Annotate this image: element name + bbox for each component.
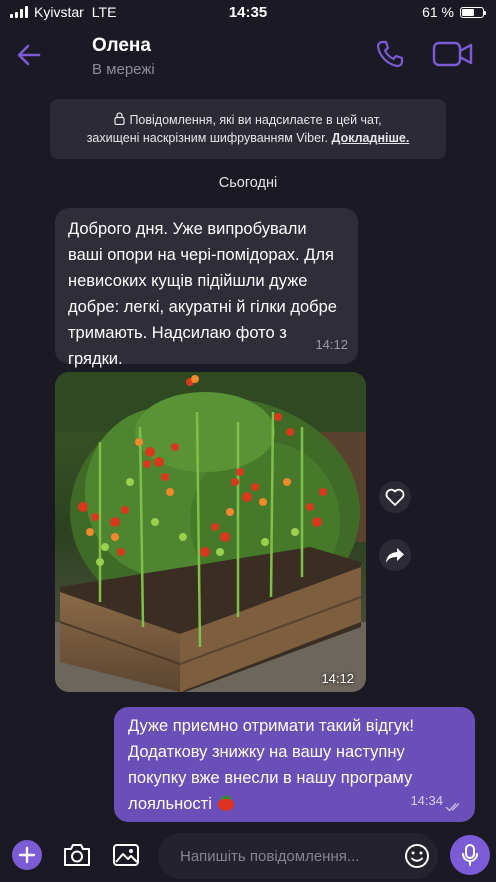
outgoing-message[interactable]: Дуже приємно отримати такий відгук! Дода… <box>114 707 475 822</box>
message-line: добре: легкі, акуратні й гілки добре <box>68 298 337 316</box>
encryption-text-1: Повідомлення, які ви надсилаєте в цей ча… <box>129 113 382 127</box>
tomato-emoji-icon <box>217 795 234 811</box>
phone-icon[interactable] <box>374 38 406 70</box>
message-input[interactable]: Напишіть повідомлення... <box>158 833 438 879</box>
status-bar: Kyivstar LTE 14:35 61 % <box>0 0 496 26</box>
back-arrow-icon[interactable] <box>14 40 44 70</box>
message-composer: Напишіть повідомлення... <box>0 830 496 882</box>
tomato-garden-photo <box>55 372 366 692</box>
gallery-icon[interactable] <box>112 842 140 868</box>
encryption-text-2: захищені наскрізним шифруванням Viber. <box>86 131 329 145</box>
message-line: Додаткову знижку на вашу наступну <box>128 743 405 761</box>
message-time: 14:12 <box>315 337 348 352</box>
message-line: ваші опори на черi-помідорах. Для <box>68 246 334 264</box>
emoji-icon[interactable] <box>404 843 430 869</box>
camera-icon[interactable] <box>62 842 92 868</box>
plus-icon <box>18 846 36 864</box>
like-button[interactable] <box>379 481 411 513</box>
video-camera-icon[interactable] <box>432 40 474 68</box>
learn-more-link[interactable]: Докладніше. <box>332 131 410 145</box>
battery-icon <box>460 6 486 18</box>
attach-button[interactable] <box>12 840 42 870</box>
message-line: Доброго дня. Уже випробували <box>68 220 307 238</box>
voice-message-button[interactable] <box>450 835 490 875</box>
battery-percent: 61 % <box>422 4 454 20</box>
message-line: тримають. Надсилаю фото з грядки. <box>68 324 287 368</box>
read-checkmarks-icon <box>445 803 460 812</box>
message-time: 14:34 <box>410 793 443 808</box>
contact-name[interactable]: Олена <box>92 35 151 57</box>
message-line: невисоких кущів підійшли дуже <box>68 272 308 290</box>
photo-message[interactable]: 14:12 <box>55 372 366 692</box>
incoming-message[interactable]: Доброго дня. Уже випробували ваші опори … <box>55 208 358 368</box>
encryption-banner: Повідомлення, які ви надсилаєте в цей ча… <box>50 99 446 159</box>
heart-icon <box>385 488 405 506</box>
share-button[interactable] <box>379 539 411 571</box>
chat-header: Олена В мережі <box>0 26 496 90</box>
photo-time: 14:12 <box>321 671 354 686</box>
date-separator: Сьогодні <box>218 175 278 191</box>
contact-status: В мережі <box>92 61 155 78</box>
message-line: лояльності <box>128 795 212 813</box>
lock-icon <box>114 112 126 125</box>
message-line: Дуже приємно отримати такий відгук! <box>128 717 414 735</box>
microphone-icon <box>462 844 478 866</box>
share-icon <box>386 548 404 563</box>
